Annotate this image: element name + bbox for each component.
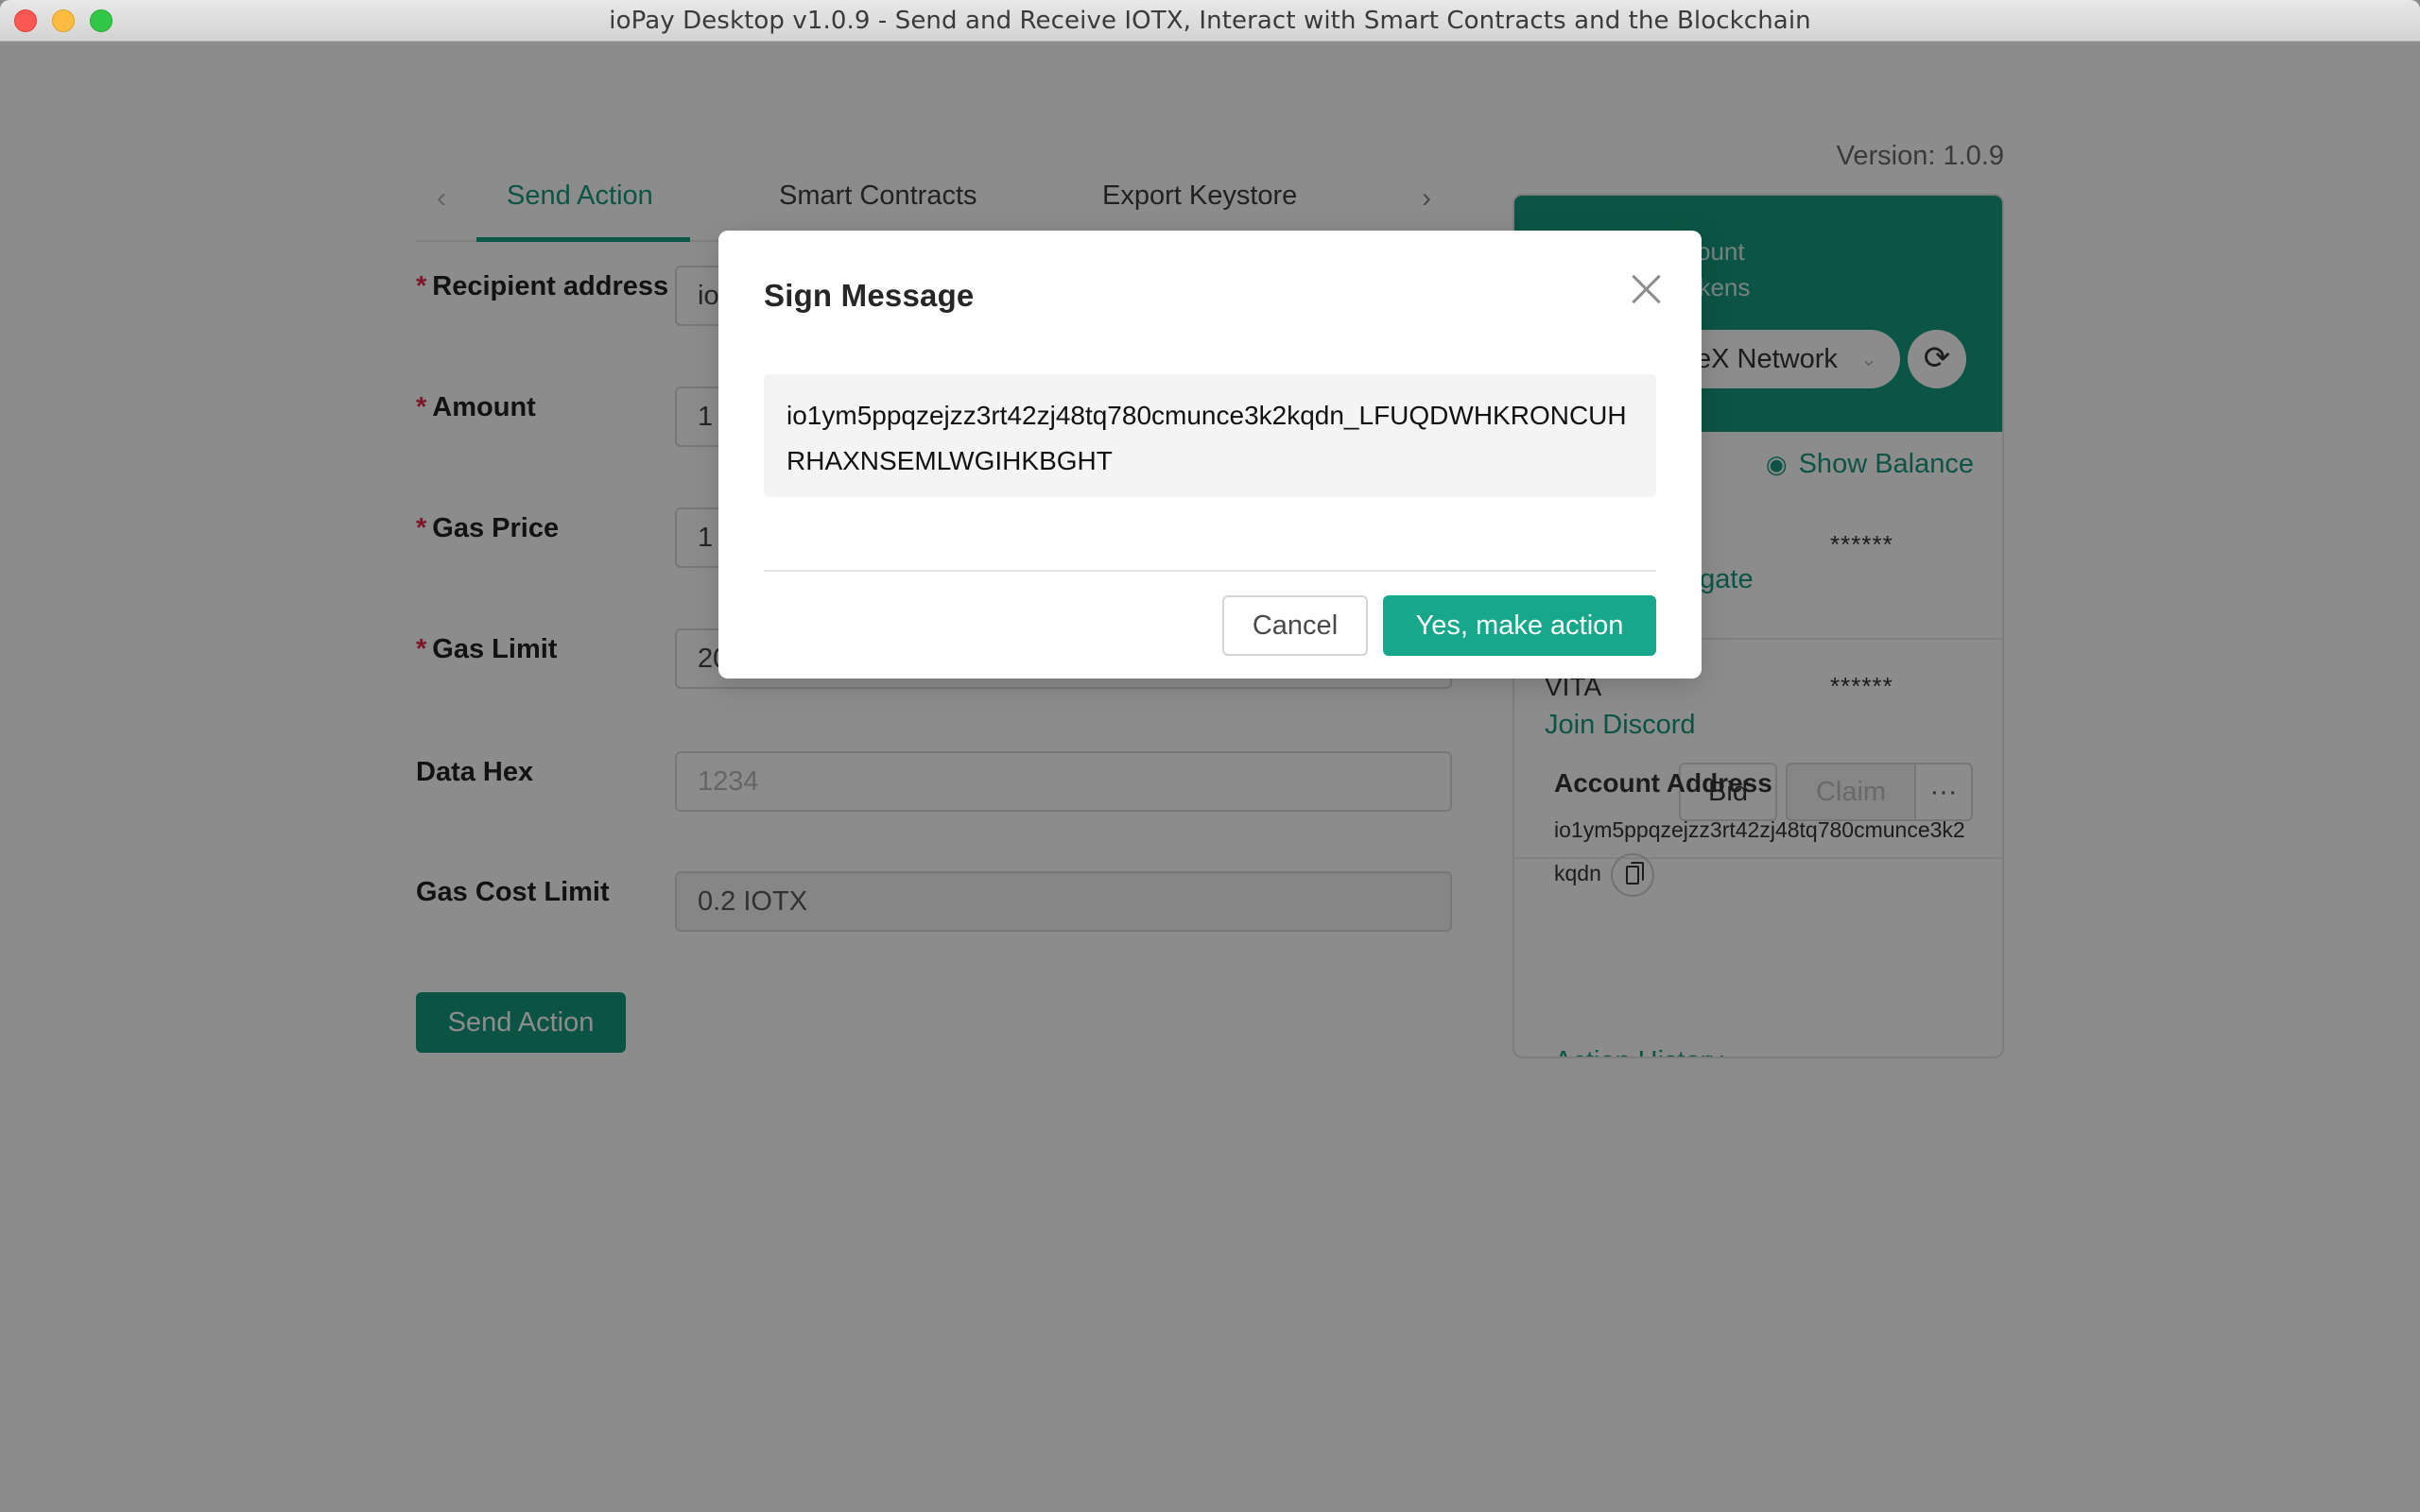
confirm-action-button[interactable]: Yes, make action	[1383, 595, 1656, 656]
close-icon[interactable]	[1626, 268, 1668, 310]
window-titlebar: ioPay Desktop v1.0.9 - Send and Receive …	[0, 0, 2420, 42]
sign-message-dialog: Sign Message io1ym5ppqzejzz3rt42zj48tq78…	[718, 231, 1702, 679]
message-content: io1ym5ppqzejzz3rt42zj48tq780cmunce3k2kqd…	[764, 374, 1656, 497]
window-title: ioPay Desktop v1.0.9 - Send and Receive …	[609, 7, 1811, 35]
dialog-title: Sign Message	[764, 278, 975, 313]
dialog-divider	[764, 570, 1656, 572]
cancel-button[interactable]: Cancel	[1222, 595, 1368, 656]
